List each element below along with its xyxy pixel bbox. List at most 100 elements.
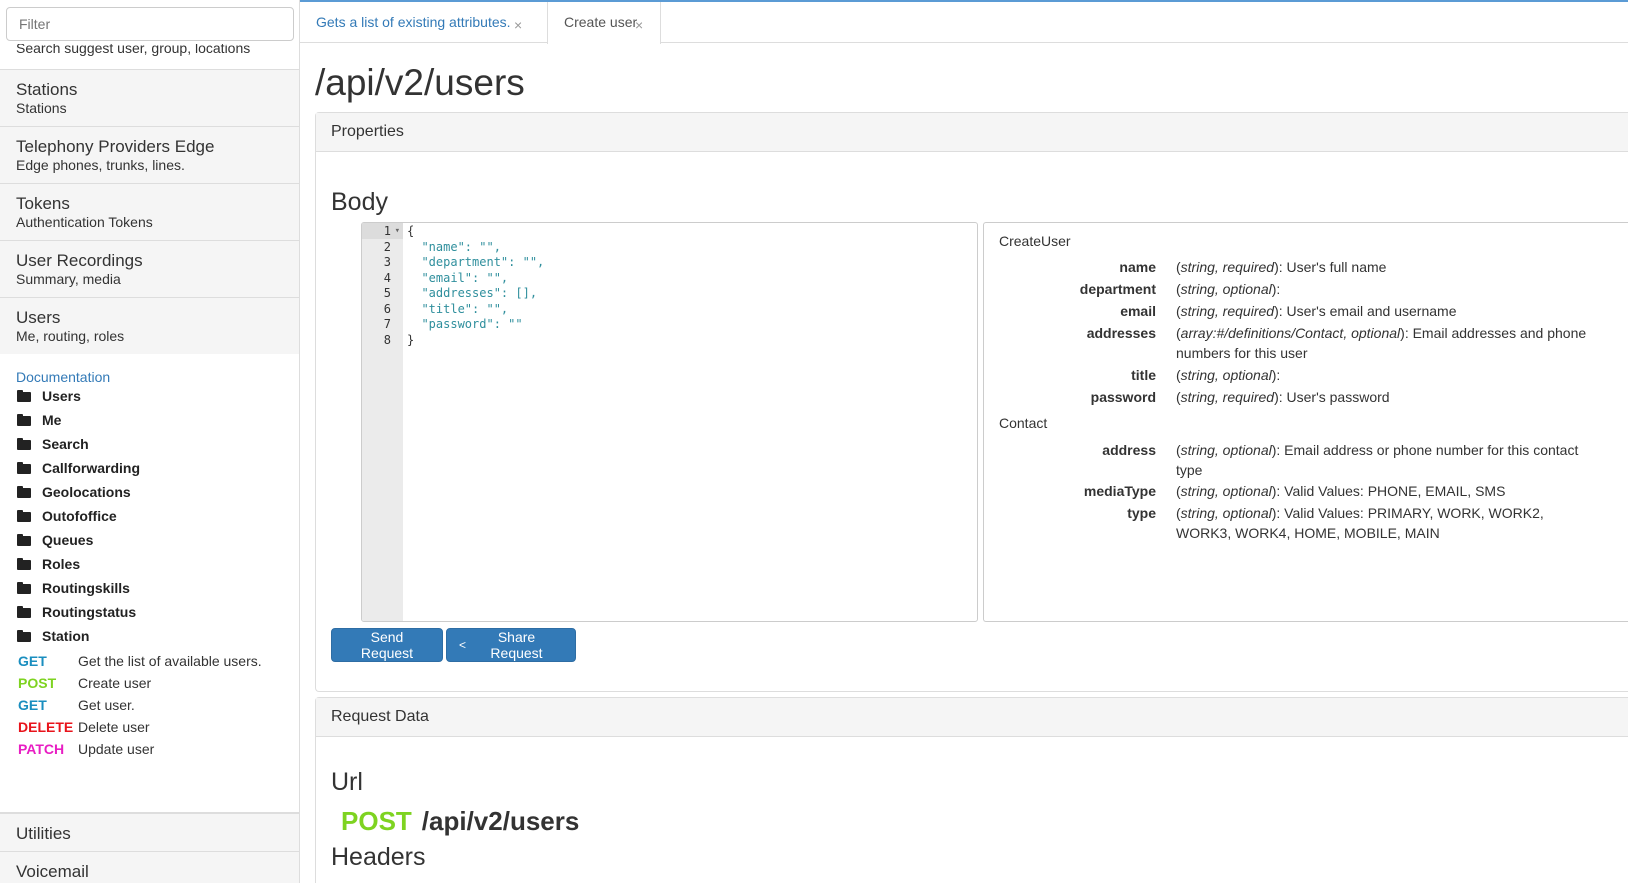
code-line: } — [407, 333, 415, 347]
endpoint-desc: Update user — [78, 741, 155, 757]
sidebar: Search suggest user, group, locations St… — [0, 0, 300, 883]
category-subtitle: Authentication Tokens — [16, 214, 153, 230]
field-name: type — [1127, 505, 1156, 521]
code-line: "addresses": [], — [407, 286, 538, 300]
endpoint-desc: Delete user — [78, 719, 150, 735]
tab-label: Create user — [564, 14, 638, 30]
folder-roles[interactable]: Roles — [17, 554, 80, 574]
folder-icon — [17, 606, 32, 618]
folder-icon — [17, 582, 32, 594]
share-request-label: Share Request — [490, 629, 543, 661]
category-subtitle: Me, routing, roles — [16, 328, 125, 344]
endpoint-get-users[interactable]: GET Get the list of available users. — [18, 651, 262, 671]
folder-label: Me — [42, 412, 62, 428]
json-editor[interactable]: 1 ▾ 2 3 4 5 6 7 8 { "name": "", "departme… — [361, 222, 978, 622]
category-users[interactable]: Users Me, routing, roles — [0, 297, 299, 355]
request-data-heading: Request Data — [316, 698, 1628, 737]
schema-panel: CreateUser name (string, required): User… — [983, 222, 1628, 622]
close-icon[interactable]: × — [635, 17, 643, 33]
folder-label: Geolocations — [42, 484, 131, 500]
folder-label: Routingstatus — [42, 604, 137, 620]
line-number: 2 — [383, 240, 391, 254]
fold-arrow-icon[interactable]: ▾ — [395, 223, 400, 239]
endpoint-patch-user[interactable]: PATCH Update user — [18, 739, 154, 759]
category-utilities[interactable]: Utilities — [0, 813, 299, 852]
folder-icon — [17, 534, 32, 546]
field-name: email — [1120, 303, 1156, 319]
tab-gets-attributes[interactable]: Gets a list of existing attributes. × — [300, 2, 548, 44]
code-line: "password": "" — [407, 317, 523, 331]
category-title: Tokens — [16, 194, 70, 213]
folder-label: Callforwarding — [42, 460, 141, 476]
field-desc: (string, optional): Email address or pho… — [1176, 442, 1579, 478]
category-telephony-providers-edge[interactable]: Telephony Providers Edge Edge phones, tr… — [0, 126, 299, 184]
category-subtitle: Edge phones, trunks, lines. — [16, 157, 185, 173]
folder-label: Routingskills — [42, 580, 130, 596]
documentation-link[interactable]: Documentation — [16, 369, 110, 385]
folder-routingskills[interactable]: Routingskills — [17, 578, 130, 598]
folder-label: Outofoffice — [42, 508, 117, 524]
tab-create-user[interactable]: Create user × — [548, 2, 661, 44]
users-expanded-panel: Documentation Users Me Search Callforwar… — [0, 354, 299, 813]
category-title: User Recordings — [16, 251, 143, 270]
send-request-button[interactable]: Send Request — [331, 628, 443, 662]
method-badge: GET — [18, 653, 47, 669]
folder-icon — [17, 630, 32, 642]
folder-icon — [17, 462, 32, 474]
folder-icon — [17, 486, 32, 498]
folder-me[interactable]: Me — [17, 410, 61, 430]
category-stations[interactable]: Stations Stations — [0, 69, 299, 127]
folder-station[interactable]: Station — [17, 626, 89, 646]
folder-routingstatus[interactable]: Routingstatus — [17, 602, 136, 622]
tab-bar: Gets a list of existing attributes. × Cr… — [300, 2, 1628, 44]
schema-title-createuser: CreateUser — [999, 233, 1071, 249]
field-desc: (string, optional): — [1176, 367, 1281, 383]
field-name: password — [1090, 389, 1156, 405]
category-user-recordings[interactable]: User Recordings Summary, media — [0, 240, 299, 298]
method-badge: GET — [18, 697, 47, 713]
field-desc: (string, required): User's password — [1176, 389, 1390, 405]
line-number: 8 — [383, 333, 391, 347]
field-name: department — [1079, 281, 1156, 297]
folder-label: Users — [42, 388, 81, 404]
folder-queues[interactable]: Queues — [17, 530, 93, 550]
field-name: mediaType — [1083, 483, 1156, 499]
folder-search[interactable]: Search — [17, 434, 89, 454]
category-voicemail[interactable]: Voicemail — [0, 851, 299, 883]
code-line: "name": "", — [407, 240, 501, 254]
folder-label: Station — [42, 628, 90, 644]
url-path: /api/v2/users — [421, 806, 580, 836]
method-badge: POST — [18, 675, 57, 691]
endpoint-desc: Get user. — [78, 697, 135, 713]
folder-icon — [17, 390, 32, 402]
method-badge: DELETE — [18, 719, 74, 735]
endpoint-get-user[interactable]: GET Get user. — [18, 695, 135, 715]
category-title: Telephony Providers Edge — [16, 137, 215, 156]
field-desc: (string, optional): — [1176, 281, 1281, 297]
category-subtitle-cut: Search suggest user, group, locations — [16, 40, 251, 56]
line-number: 7 — [383, 317, 391, 331]
endpoint-post-user[interactable]: POST Create user — [18, 673, 151, 693]
folder-outofoffice[interactable]: Outofoffice — [17, 506, 117, 526]
request-data-panel: Request Data Url POST/api/v2/users Heade… — [315, 697, 1628, 883]
category-tokens[interactable]: Tokens Authentication Tokens — [0, 183, 299, 241]
folder-geolocations[interactable]: Geolocations — [17, 482, 131, 502]
category-title: Voicemail — [16, 862, 89, 881]
line-number: 4 — [383, 271, 391, 285]
folder-users[interactable]: Users — [17, 386, 81, 406]
line-number: 3 — [383, 255, 391, 269]
endpoint-desc: Create user — [78, 675, 152, 691]
category-title: Users — [16, 308, 61, 327]
folder-callforwarding[interactable]: Callforwarding — [17, 458, 140, 478]
folder-label: Queues — [42, 532, 94, 548]
close-icon[interactable]: × — [514, 17, 522, 33]
endpoint-desc: Get the list of available users. — [78, 653, 262, 669]
body-heading: Body — [331, 188, 388, 216]
field-desc: (string, optional): Valid Values: PRIMAR… — [1176, 505, 1544, 541]
filter-input[interactable] — [6, 7, 294, 41]
field-desc: (string, required): User's email and use… — [1176, 303, 1457, 319]
endpoint-delete-user[interactable]: DELETE Delete user — [18, 717, 150, 737]
share-request-button[interactable]: < Share Request — [446, 628, 576, 662]
tab-label: Gets a list of existing attributes. — [316, 14, 511, 30]
field-name: addresses — [1086, 325, 1156, 341]
